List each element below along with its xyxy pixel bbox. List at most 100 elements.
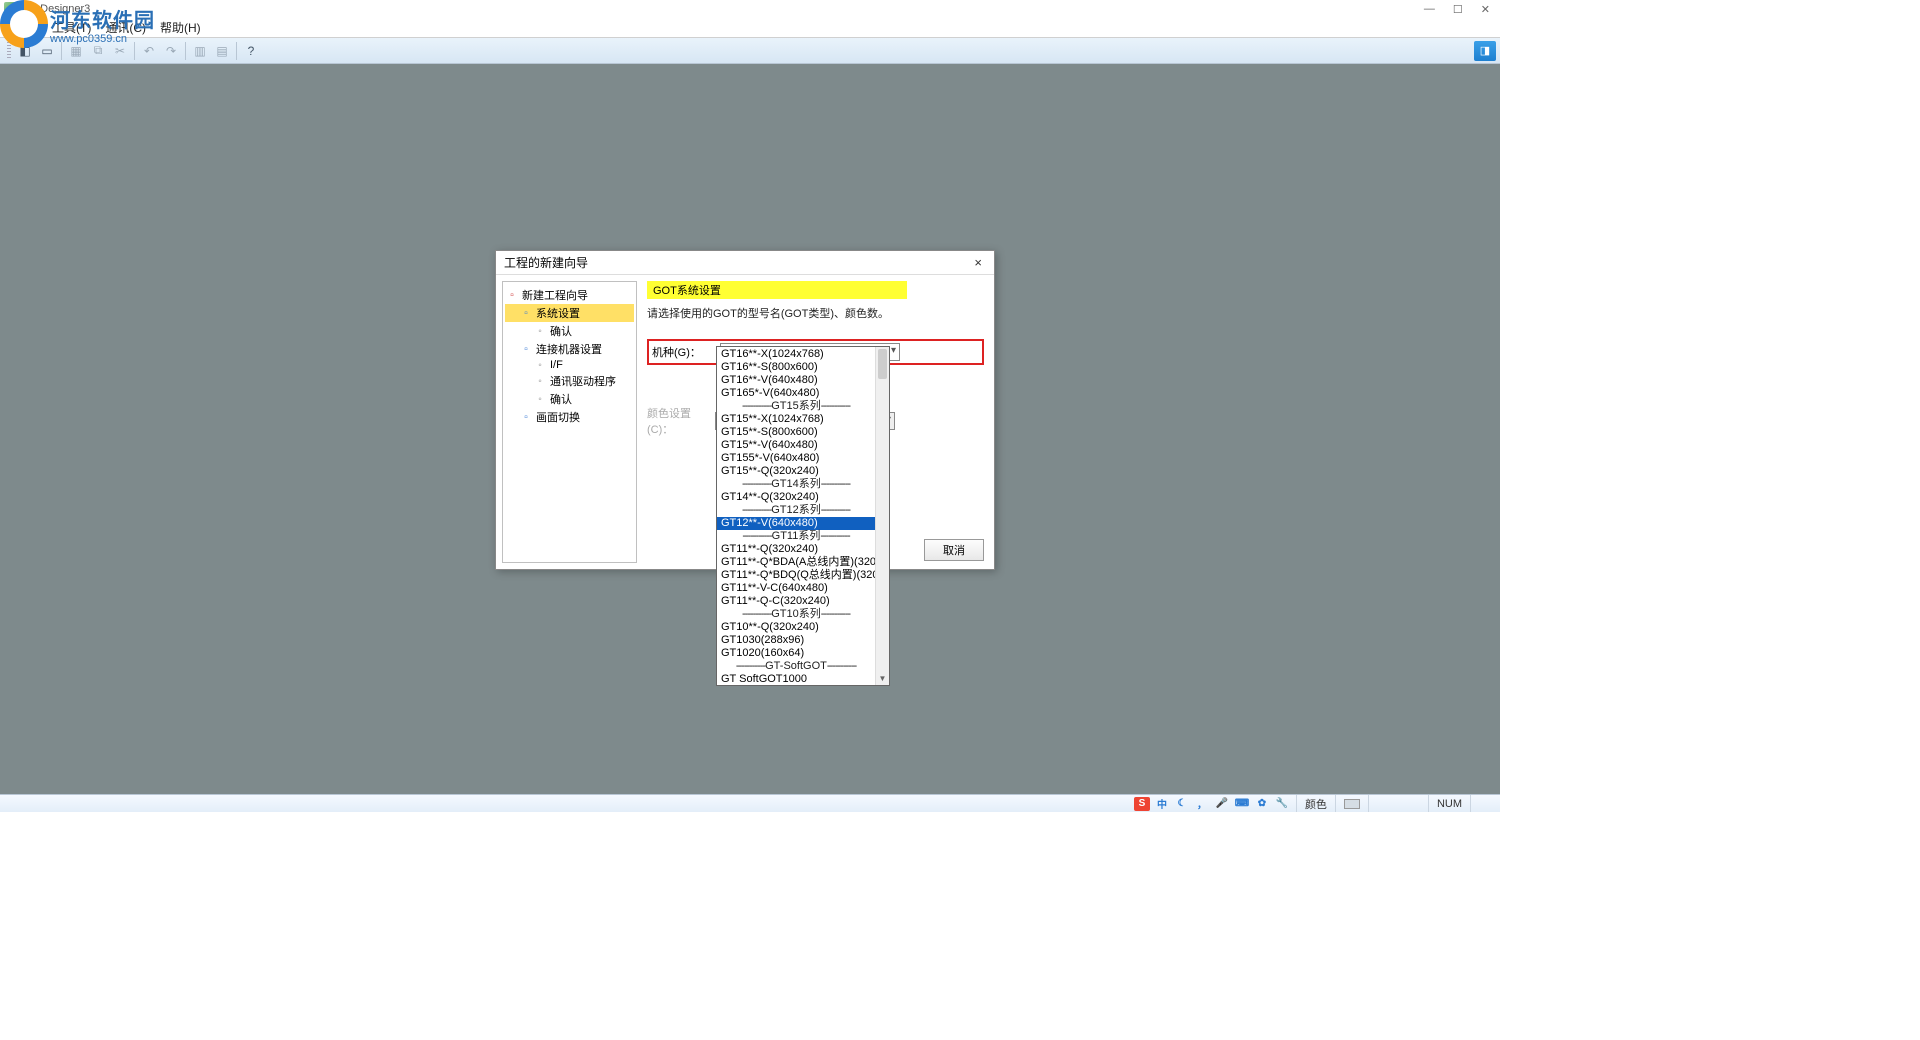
- dropdown-item[interactable]: GT15**-V(640x480): [717, 439, 875, 452]
- model-label: 机种(G)：: [652, 344, 720, 360]
- toolbar-open-icon[interactable]: ▭: [37, 41, 57, 61]
- toolbar-separator: [236, 42, 237, 60]
- toolbar-redo-icon: ↷: [161, 41, 181, 61]
- menu-comm[interactable]: 通讯(C): [105, 19, 146, 36]
- status-empty: [1368, 795, 1428, 812]
- bulb-icon: [533, 359, 547, 371]
- tree-node[interactable]: 系统设置: [505, 304, 634, 322]
- dropdown-group-header: GT15系列: [717, 400, 875, 413]
- scroll-down-icon[interactable]: ▼: [876, 671, 889, 685]
- tree-node-label: I/F: [550, 359, 563, 371]
- dropdown-item[interactable]: GT11**-V-C(640x480): [717, 582, 875, 595]
- toolbar-rightpane-icon[interactable]: ◨: [1474, 41, 1496, 61]
- toolbar-separator: [61, 42, 62, 60]
- ime-icon-s[interactable]: S: [1134, 797, 1150, 811]
- window-close-button[interactable]: ✕: [1481, 3, 1490, 16]
- dropdown-item[interactable]: GT14**-Q(320x240): [717, 491, 875, 504]
- status-color-label: 颜色: [1296, 795, 1335, 812]
- tree-node[interactable]: 通讯驱动程序: [505, 372, 634, 390]
- dropdown-item[interactable]: GT155*-V(640x480): [717, 452, 875, 465]
- toolbar-new-icon[interactable]: ◧: [15, 41, 35, 61]
- cancel-button[interactable]: 取消: [924, 539, 984, 561]
- ime-moon-icon[interactable]: ☾: [1174, 797, 1190, 811]
- dialog-close-button[interactable]: ×: [970, 255, 986, 270]
- toolbar-copy-icon: ⧉: [88, 41, 108, 61]
- window-maximize-button[interactable]: ☐: [1453, 3, 1463, 16]
- mon-icon: [519, 307, 533, 319]
- dropdown-item[interactable]: GT15**-S(800x600): [717, 426, 875, 439]
- dropdown-group-header: GT-SoftGOT: [717, 660, 875, 673]
- ime-mic-icon[interactable]: 🎤: [1214, 797, 1230, 811]
- section-description: 请选择使用的GOT的型号名(GOT类型)、颜色数。: [647, 305, 984, 321]
- wizard-tree: 新建工程向导系统设置确认连接机器设置I/F通讯驱动程序确认画面切换: [502, 281, 637, 563]
- dropdown-item[interactable]: GT165*-V(640x480): [717, 387, 875, 400]
- ime-icon-cn[interactable]: 中: [1154, 797, 1170, 811]
- ime-gear-icon[interactable]: ✿: [1254, 797, 1270, 811]
- dropdown-item[interactable]: GT10**-Q(320x240): [717, 621, 875, 634]
- toolbar-undo-icon: ↶: [139, 41, 159, 61]
- tree-node[interactable]: 连接机器设置: [505, 340, 634, 358]
- dropdown-group-header: GT11系列: [717, 530, 875, 543]
- dropdown-group-header: GT10系列: [717, 608, 875, 621]
- tree-node-label: 新建工程向导: [522, 287, 588, 303]
- dialog-titlebar[interactable]: 工程的新建向导 ×: [496, 251, 994, 275]
- tree-node[interactable]: 确认: [505, 322, 634, 340]
- tree-node-label: 确认: [550, 391, 572, 407]
- status-num: NUM: [1428, 795, 1470, 812]
- doc-icon: [505, 289, 519, 301]
- dropdown-item[interactable]: GT15**-Q(320x240): [717, 465, 875, 478]
- tree-node-label: 画面切换: [536, 409, 580, 425]
- status-color-swatch: [1335, 795, 1368, 812]
- dropdown-item[interactable]: GT1030(288x96): [717, 634, 875, 647]
- mon-icon: [519, 343, 533, 355]
- tree-node[interactable]: 画面切换: [505, 408, 634, 426]
- dropdown-item[interactable]: GT15**-X(1024x768): [717, 413, 875, 426]
- status-empty2: [1470, 795, 1494, 812]
- tree-node-label: 连接机器设置: [536, 341, 602, 357]
- ime-comma-icon[interactable]: ，: [1194, 797, 1210, 811]
- tree-node-label: 系统设置: [536, 305, 580, 321]
- dropdown-item[interactable]: GT11**-Q-C(320x240): [717, 595, 875, 608]
- toolbar-help-icon[interactable]: ?: [241, 41, 261, 61]
- color-label: 颜色设置(C)：: [647, 405, 715, 437]
- dropdown-scrollbar[interactable]: ▲ ▼: [875, 347, 889, 685]
- tree-node[interactable]: I/F: [505, 358, 634, 372]
- titlebar: GT Designer3 — ☐ ✕: [0, 0, 1500, 18]
- ime-tray: S 中 ☾ ， 🎤 ⌨ ✿ 🔧: [1128, 797, 1296, 811]
- dropdown-item[interactable]: GT11**-Q*BDQ(Q总线内置)(320x240): [717, 569, 875, 582]
- dropdown-item[interactable]: GT1020(160x64): [717, 647, 875, 660]
- app-icon: [4, 2, 18, 16]
- section-header: GOT系统设置: [647, 281, 907, 299]
- menu-tools[interactable]: 工具(T): [52, 19, 91, 36]
- ime-tool-icon[interactable]: 🔧: [1274, 797, 1290, 811]
- bulb-icon: [533, 375, 547, 387]
- dropdown-item[interactable]: GT SoftGOT1000: [717, 673, 875, 686]
- dropdown-item[interactable]: GT16**-S(800x600): [717, 361, 875, 374]
- dropdown-item[interactable]: GT16**-X(1024x768): [717, 348, 875, 361]
- dropdown-group-header: GT14系列: [717, 478, 875, 491]
- tree-node[interactable]: 确认: [505, 390, 634, 408]
- menu-help[interactable]: 帮助(H): [160, 19, 201, 36]
- window-minimize-button[interactable]: —: [1424, 3, 1435, 16]
- dropdown-group-header: GT12系列: [717, 504, 875, 517]
- dropdown-item[interactable]: GT11**-Q*BDA(A总线内置)(320x240): [717, 556, 875, 569]
- toolbar-align-icon: ▤: [212, 41, 232, 61]
- tree-node-label: 确认: [550, 323, 572, 339]
- toolbar-grip: [7, 42, 11, 60]
- dropdown-item[interactable]: GT16**-V(640x480): [717, 374, 875, 387]
- bulb-icon: [533, 393, 547, 405]
- statusbar: S 中 ☾ ， 🎤 ⌨ ✿ 🔧 颜色 NUM: [0, 794, 1500, 812]
- toolbar-separator: [134, 42, 135, 60]
- toolbar-separator: [185, 42, 186, 60]
- scroll-thumb[interactable]: [878, 349, 887, 379]
- app-title: GT Designer3: [22, 3, 90, 15]
- menubar: 工具(T) 通讯(C) 帮助(H): [0, 18, 1500, 38]
- tree-node[interactable]: 新建工程向导: [505, 286, 634, 304]
- bulb-icon: [533, 325, 547, 337]
- dropdown-item[interactable]: GT11**-Q(320x240): [717, 543, 875, 556]
- mon-icon: [519, 411, 533, 423]
- dropdown-item[interactable]: GT12**-V(640x480): [717, 517, 875, 530]
- ime-keyboard-icon[interactable]: ⌨: [1234, 797, 1250, 811]
- tree-node-label: 通讯驱动程序: [550, 373, 616, 389]
- model-dropdown-list[interactable]: GT16**-X(1024x768)GT16**-S(800x600)GT16*…: [716, 346, 890, 686]
